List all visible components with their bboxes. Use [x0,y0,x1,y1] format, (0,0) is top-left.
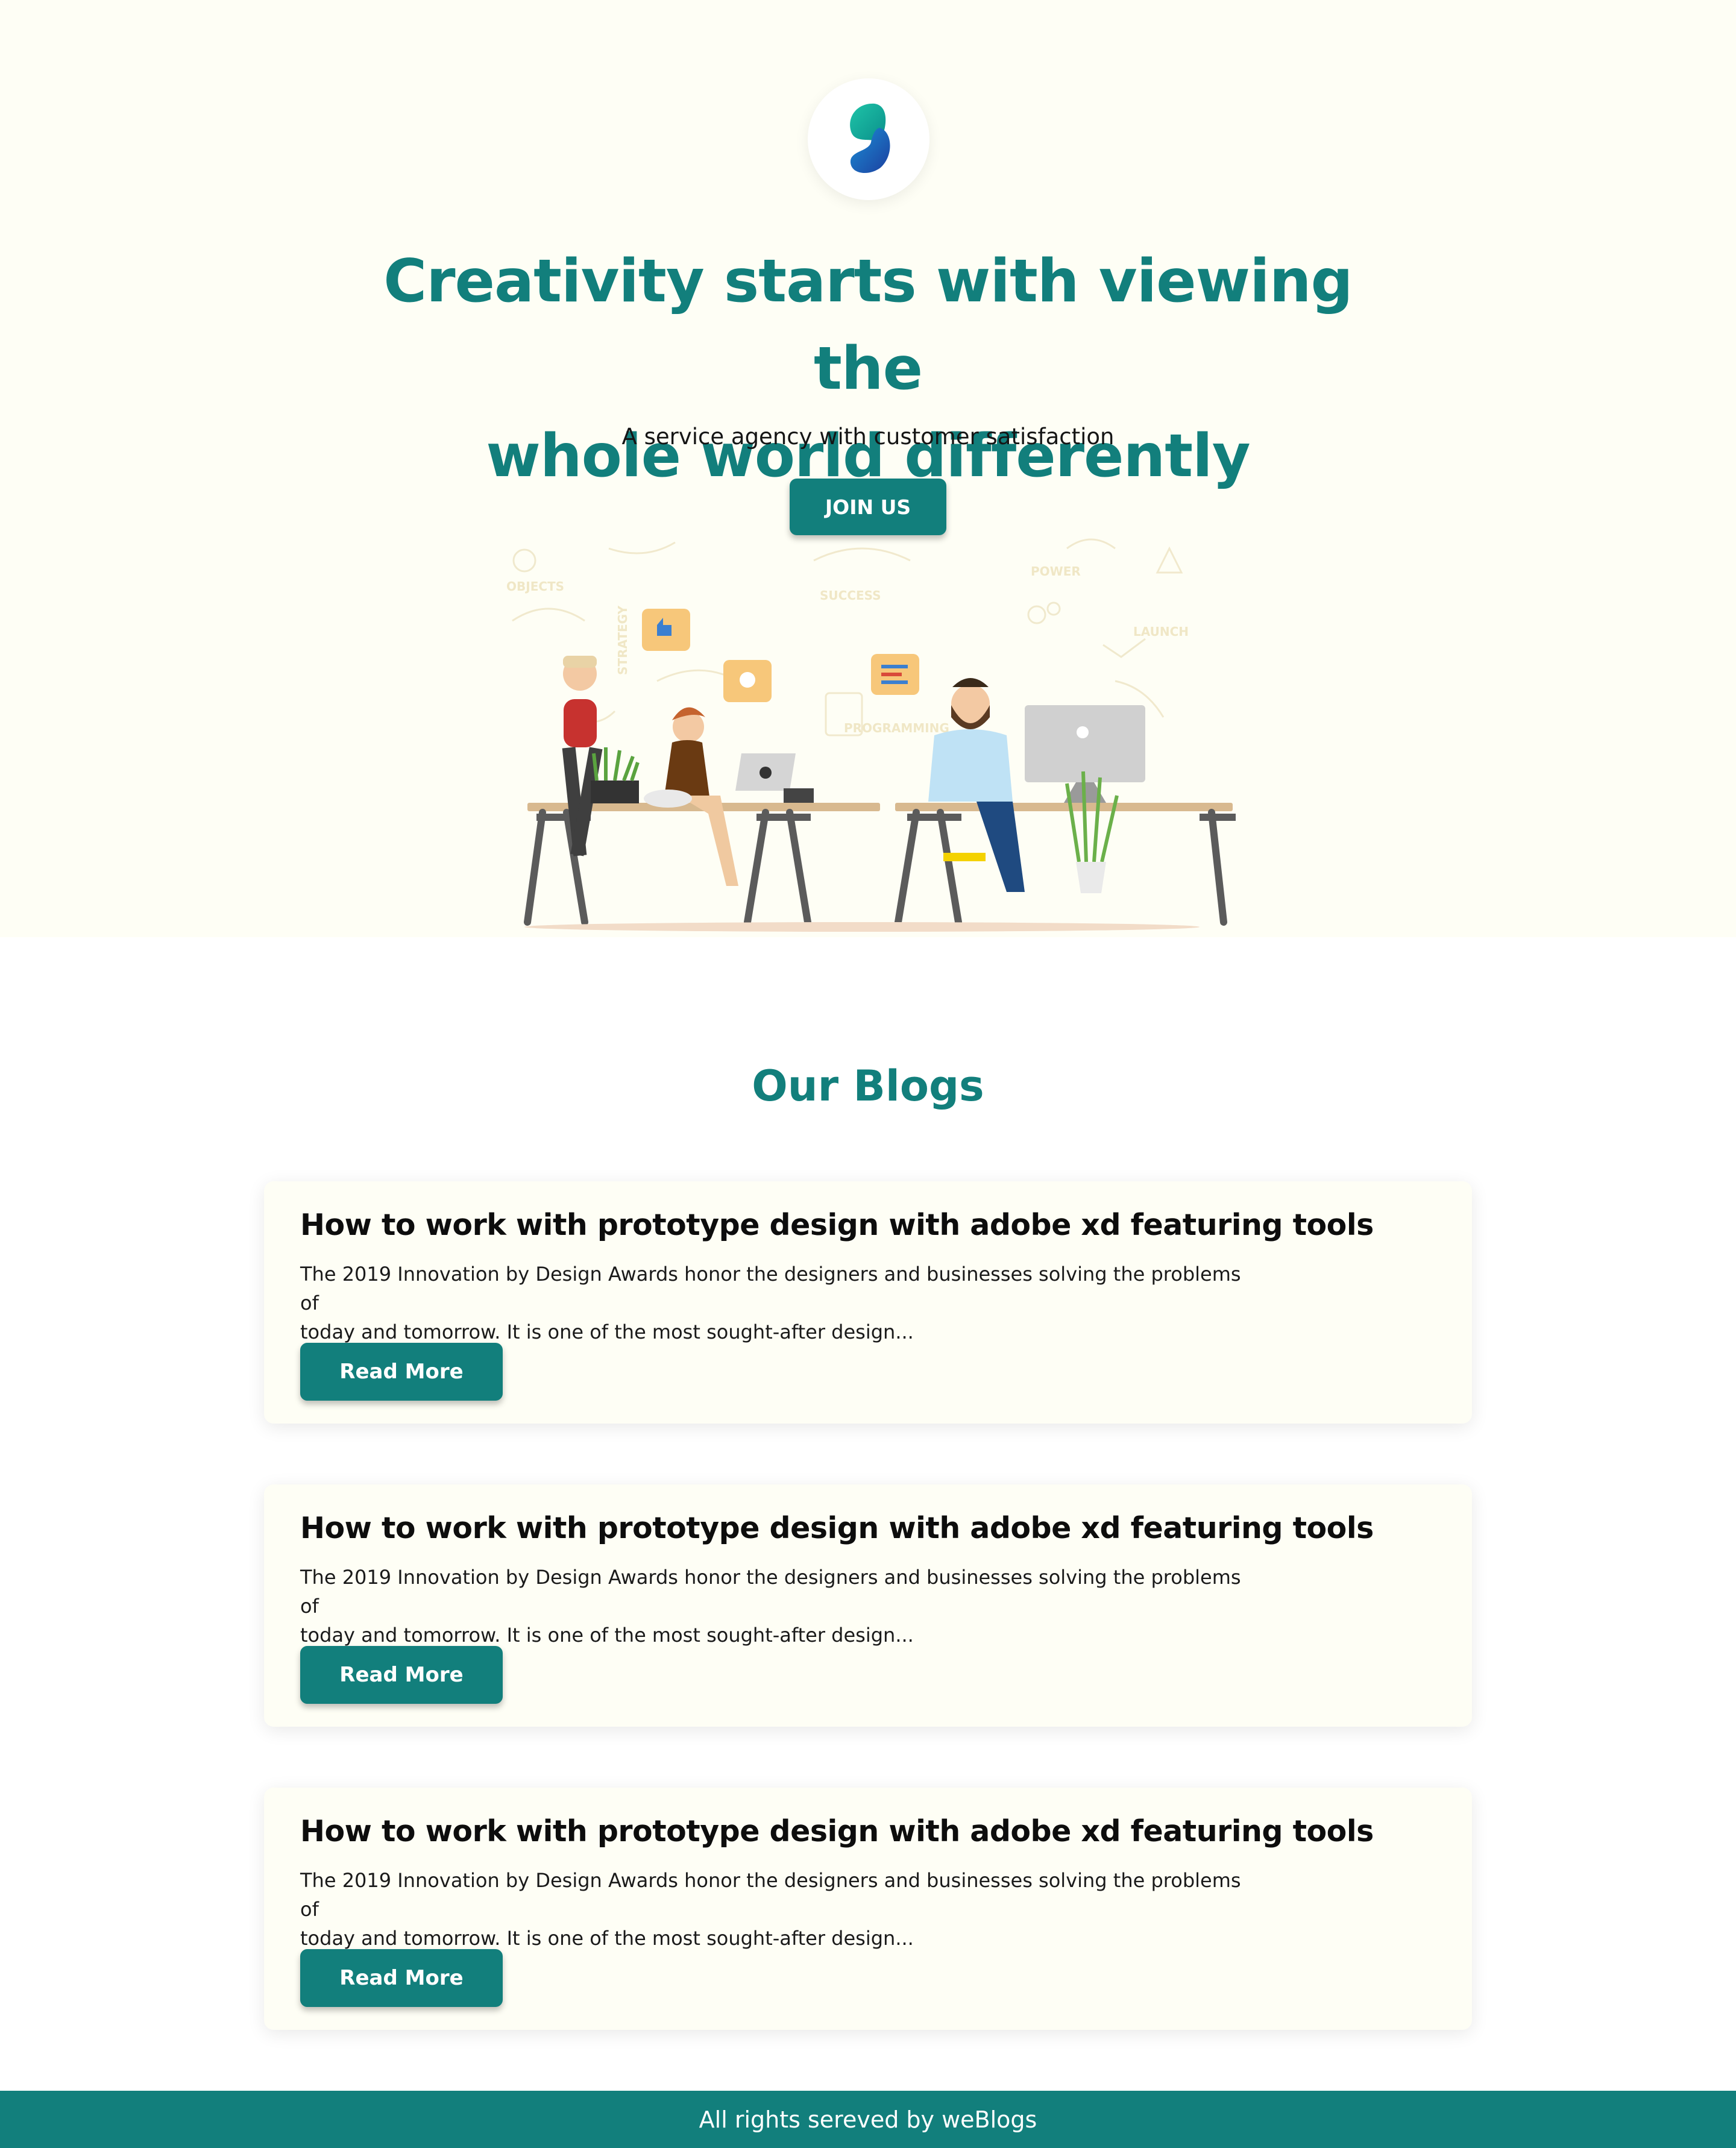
blog-card-title[interactable]: How to work with prototype design with a… [300,1204,1445,1246]
blog-card-excerpt-line2: today and tomorrow. It is one of the mos… [300,1927,914,1950]
blog-card-title[interactable]: How to work with prototype design with a… [300,1507,1445,1550]
brand-logo-icon [850,103,890,174]
blog-card: How to work with prototype design with a… [264,1484,1472,1727]
blog-card-excerpt-line2: today and tomorrow. It is one of the mos… [300,1624,914,1647]
blog-card-excerpt-line1: The 2019 Innovation by Design Awards hon… [300,1566,1241,1618]
office-team-illustration: OBJECTS SUCCESS POWER LAUNCH STRATEGY PR… [506,538,1236,932]
doodle-label-success: SUCCESS [820,588,881,603]
blog-card-title[interactable]: How to work with prototype design with a… [300,1810,1445,1853]
blog-card-excerpt-line1: The 2019 Innovation by Design Awards hon… [300,1869,1241,1921]
footer-text: All rights sereved by weBlogs [699,2106,1037,2133]
doodle-label-strategy: STRATEGY [615,605,630,675]
doodle-label-programming: PROGRAMMING [844,721,949,735]
blog-card: How to work with prototype design with a… [264,1181,1472,1424]
brand-logo[interactable] [808,78,929,200]
hero-subtitle: A service agency with customer satisfact… [621,424,1115,450]
blogs-heading: Our Blogs [752,1061,984,1111]
blog-card-excerpt: The 2019 Innovation by Design Awards hon… [300,1563,1265,1650]
blog-card-excerpt-line2: today and tomorrow. It is one of the mos… [300,1321,914,1343]
hero-section: Creativity starts with viewing the whole… [0,0,1736,937]
blog-card-excerpt-line1: The 2019 Innovation by Design Awards hon… [300,1263,1241,1314]
read-more-button[interactable]: Read More [300,1343,503,1401]
doodle-label-power: POWER [1031,564,1081,579]
read-more-button[interactable]: Read More [300,1646,503,1704]
doodle-label-objects: OBJECTS [506,579,564,594]
site-footer: All rights sereved by weBlogs [0,2091,1736,2148]
read-more-button[interactable]: Read More [300,1949,503,2007]
hero-title: Creativity starts with viewing the whole… [326,238,1410,500]
blog-card: How to work with prototype design with a… [264,1788,1472,2030]
hero-title-line1: Creativity starts with viewing the [383,247,1353,403]
blog-card-excerpt: The 2019 Innovation by Design Awards hon… [300,1866,1265,1953]
blog-card-excerpt: The 2019 Innovation by Design Awards hon… [300,1260,1265,1346]
doodle-label-launch: LAUNCH [1133,624,1189,639]
